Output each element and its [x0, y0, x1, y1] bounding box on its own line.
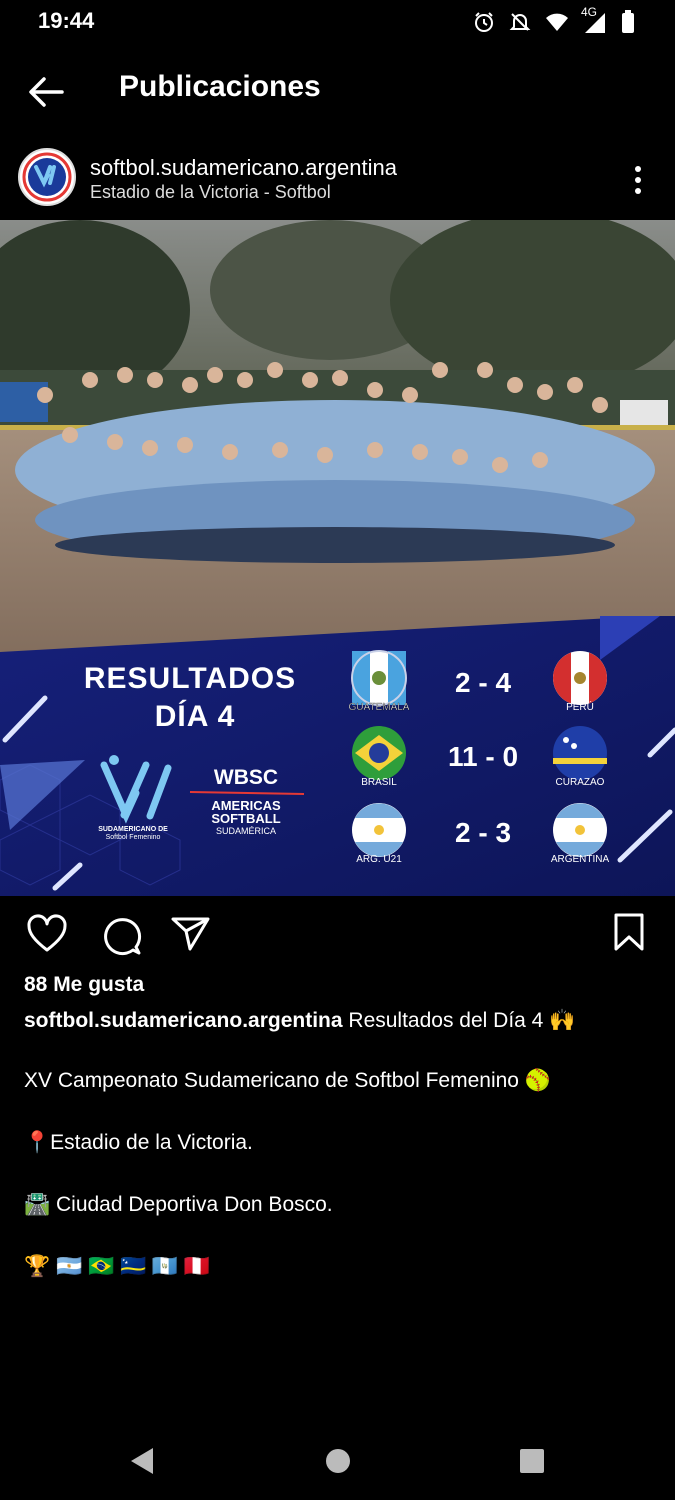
team-photo-graphic: RESULTADOS DÍA 4 SUDAMERICANO DE Softbol…: [0, 220, 675, 896]
page-title: Publicaciones: [119, 70, 321, 103]
post-caption: softbol.sudamericano.argentina Resultado…: [24, 1007, 664, 1035]
post-image[interactable]: RESULTADOS DÍA 4 SUDAMERICANO DE Softbol…: [0, 220, 675, 896]
likes-count[interactable]: 88 Me gusta: [24, 973, 144, 997]
score-1: 2 - 4: [455, 667, 511, 698]
team-home-1: GUATEMALA: [349, 702, 410, 713]
signal-icon: [585, 13, 605, 33]
graphic-heading-1: RESULTADOS: [84, 662, 296, 695]
share-send-icon[interactable]: [170, 914, 212, 954]
avatar-logo: [21, 151, 73, 203]
nav-recents-icon[interactable]: [519, 1448, 545, 1474]
avatar[interactable]: [18, 148, 76, 206]
comment-icon[interactable]: [100, 914, 142, 956]
status-icons: 4G: [473, 5, 635, 36]
post-username[interactable]: softbol.sudamericano.argentina: [90, 155, 397, 181]
team-home-2: BRASIL: [361, 777, 397, 788]
cell-signal: 4G: [581, 5, 607, 33]
team-away-1: PERÚ: [566, 700, 594, 713]
caption-line-1: XV Campeonato Sudamericano de Softbol Fe…: [24, 1069, 551, 1092]
team-away-2: CURAZAO: [556, 777, 605, 788]
team-home-3: ARG. U21: [356, 854, 402, 865]
score-3: 2 - 3: [455, 817, 511, 848]
nav-home-icon[interactable]: [325, 1448, 351, 1474]
americas-text-3: SUDAMÉRICA: [216, 826, 276, 836]
caption-line-2: 📍Estadio de la Victoria.: [24, 1131, 253, 1154]
logo-caption-1: SUDAMERICANO DE: [98, 826, 168, 833]
save-bookmark-icon[interactable]: [612, 912, 646, 952]
status-time: 19:44: [38, 8, 95, 33]
graphic-heading-2: DÍA 4: [155, 699, 236, 733]
results-table: GUATEMALA 2 - 4 PERÚ BRASIL 11 - 0 CURAZ…: [348, 650, 610, 865]
americas-text-2: SOFTBALL: [211, 811, 280, 826]
team-away-3: ARGENTINA: [551, 854, 610, 865]
caption-text: Resultados del Día 4 🙌: [348, 1009, 576, 1032]
nav-back-icon[interactable]: [128, 1446, 156, 1476]
caption-line-3: 🛣️ Ciudad Deportiva Don Bosco.: [24, 1193, 333, 1216]
wbsc-logo: WBSC: [214, 766, 278, 789]
alarm-icon: [475, 12, 493, 32]
wifi-icon: [546, 13, 568, 31]
caption-line-4: 🏆 🇦🇷 🇧🇷 🇨🇼 🇬🇹 🇵🇪: [24, 1255, 211, 1278]
back-arrow-icon[interactable]: [26, 72, 66, 112]
caption-username[interactable]: softbol.sudamericano.argentina: [24, 1009, 343, 1032]
like-heart-icon[interactable]: [26, 914, 68, 954]
notifications-off-icon: [509, 13, 531, 31]
score-2: 11 - 0: [448, 741, 518, 772]
logo-caption-2: Softbol Femenino: [106, 834, 161, 841]
post-location[interactable]: Estadio de la Victoria - Softbol: [90, 182, 331, 203]
battery-icon: [622, 10, 634, 33]
more-options-icon[interactable]: [628, 164, 648, 196]
